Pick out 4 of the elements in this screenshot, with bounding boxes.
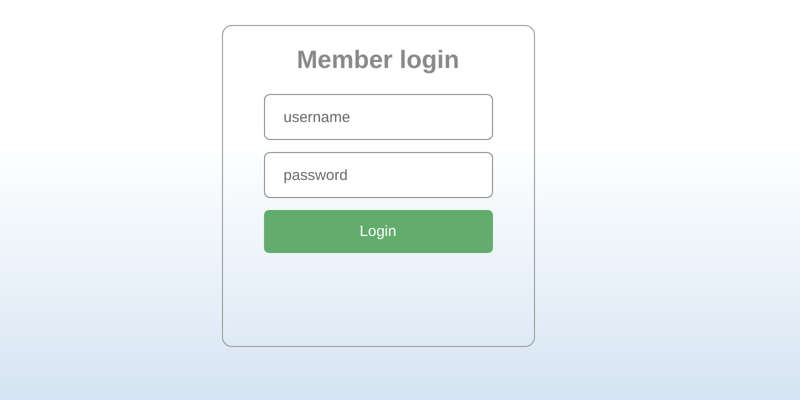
login-button[interactable]: Login [264, 210, 492, 253]
input-field[interactable]: password [264, 152, 492, 198]
form-title: Member login [296, 46, 460, 75]
input-field[interactable]: username [264, 94, 492, 140]
